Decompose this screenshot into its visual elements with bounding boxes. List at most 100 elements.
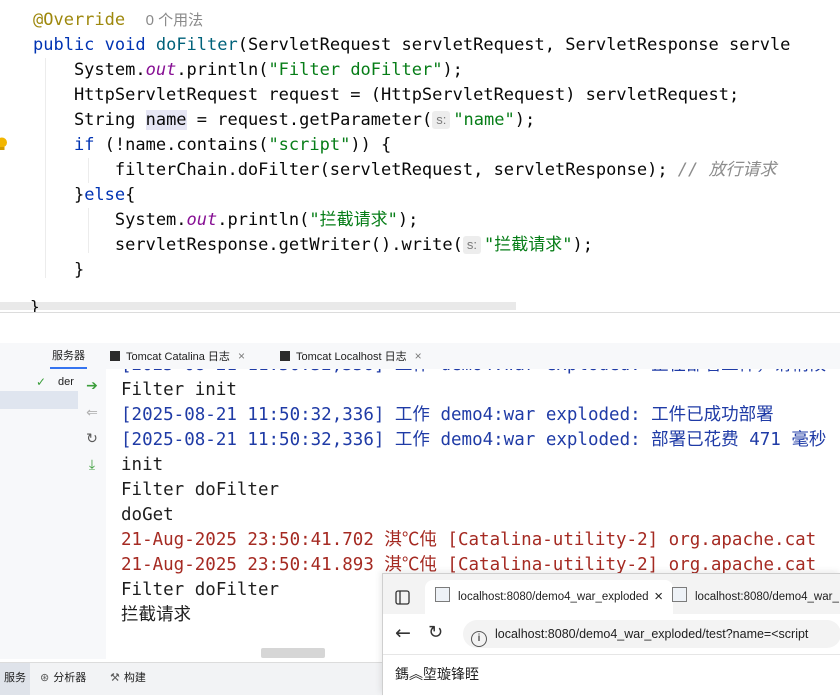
editor-horizontal-scrollbar[interactable]	[0, 302, 516, 310]
address-url: localhost:8080/demo4_war_exploded/test?n…	[495, 627, 809, 641]
tree-selection-highlight[interactable]	[0, 391, 78, 409]
tab-tomcat-catalina-log[interactable]: Tomcat Catalina 日志 ×	[110, 343, 245, 369]
browser-tab-title: localhost:8080/demo4_war_	[695, 591, 839, 603]
address-bar[interactable]: i localhost:8080/demo4_war_exploded/test?…	[463, 620, 840, 648]
profiler-label: 分析器	[53, 672, 87, 684]
code-token: );	[442, 60, 463, 80]
code-token: "script"	[268, 135, 351, 155]
code-token: );	[514, 110, 536, 130]
code-token: "name"	[453, 110, 515, 130]
code-line: System.out.println("拦截请求");	[33, 208, 418, 233]
code-token: name	[145, 110, 187, 130]
close-icon[interactable]: ×	[415, 349, 422, 363]
code-token: out	[186, 210, 218, 230]
code-editor[interactable]: @Override 0 个用法 public void doFilter(Serv…	[0, 0, 840, 312]
log-icon	[110, 351, 120, 361]
code-token: System.	[33, 210, 187, 230]
console-toolbar: ➔ ⇐ ↻ ⤓	[78, 369, 106, 659]
services-label: 服务	[4, 672, 26, 684]
console-line: Filter init	[121, 380, 237, 400]
browser-page-content: 鎷︽埅璇锋眰	[383, 654, 840, 696]
tree-item-label: der	[58, 376, 74, 388]
reload-icon[interactable]: ↻	[428, 622, 443, 644]
code-token: (ServletRequest servletRequest, ServletR…	[237, 35, 791, 55]
scroll-to-end-icon[interactable]: ⤓	[84, 457, 100, 473]
close-icon[interactable]: ×	[654, 580, 663, 614]
code-token: System.	[33, 60, 146, 80]
code-token: out	[145, 60, 177, 80]
code-token: void	[104, 35, 156, 55]
code-line-fragment: }	[30, 297, 40, 313]
tab-services-label: 服务器	[52, 350, 85, 362]
code-line: HttpServletRequest request = (HttpServle…	[33, 83, 739, 108]
code-token: @Override	[33, 10, 126, 30]
code-line: }	[33, 258, 84, 283]
code-token: String	[33, 110, 146, 130]
tab-localhost-label: Tomcat Localhost 日志	[296, 351, 407, 363]
code-token: doFilter	[155, 35, 238, 55]
code-token: );	[397, 210, 419, 230]
browser-toolbar: ← ↻ i localhost:8080/demo4_war_exploded/t…	[383, 614, 840, 654]
code-token: // 放行请求	[677, 160, 777, 180]
log-icon	[280, 351, 290, 361]
redeploy-icon[interactable]: ➔	[84, 378, 100, 394]
console-line: [2025-08-21 11:50:32,336] 工作 demo4:war e…	[121, 430, 827, 450]
parameter-hint: s:	[432, 111, 451, 129]
code-token: )) {	[350, 135, 392, 155]
console-horizontal-scrollbar[interactable]	[261, 648, 325, 658]
parameter-hint: s:	[462, 236, 481, 254]
tree-item-deployment[interactable]: ✓ der	[36, 373, 74, 391]
console-line: init	[121, 455, 164, 475]
code-token: "拦截请求"	[309, 210, 398, 230]
code-line: }else{	[33, 183, 135, 208]
code-token: = request.getParameter(	[186, 110, 433, 130]
close-icon[interactable]: ×	[238, 349, 245, 363]
code-token: );	[572, 235, 593, 255]
code-token: filterChain.doFilter(servletRequest, ser…	[33, 160, 678, 180]
tab-tomcat-localhost-log[interactable]: Tomcat Localhost 日志 ×	[280, 343, 422, 369]
code-token: {	[125, 185, 136, 205]
console-line: Filter doFilter	[121, 480, 280, 500]
back-arrow-icon[interactable]: ←	[395, 622, 411, 644]
tab-catalina-label: Tomcat Catalina 日志	[126, 351, 230, 363]
code-line: servletResponse.getWriter().write(s: "拦截请…	[33, 233, 593, 258]
browser-window: localhost:8080/demo4_war_exploded × loca…	[382, 573, 840, 696]
page-text: 鎷︽埅璇锋眰	[395, 667, 479, 683]
build-tool-button[interactable]: ⚒ 构建	[110, 663, 146, 695]
console-line: 21-Aug-2025 23:50:41.702 淇℃伅 [Catalina-u…	[121, 530, 817, 550]
code-token: servletResponse.getWriter().write(	[33, 235, 463, 255]
page-favicon-icon	[435, 587, 450, 602]
check-icon: ✓	[36, 375, 47, 389]
browser-tab-title: localhost:8080/demo4_war_exploded	[458, 591, 649, 603]
code-token: HttpServletRequest request = (HttpServle…	[33, 85, 740, 105]
code-token: if	[73, 135, 95, 155]
code-token: "Filter doFilter"	[268, 60, 443, 80]
code-line: String name = request.getParameter(s: "na…	[33, 108, 535, 133]
info-icon[interactable]: i	[471, 631, 487, 647]
services-tree-panel: ✓ der	[0, 369, 79, 659]
tab-services[interactable]: 服务器	[50, 343, 87, 369]
lightbulb-icon[interactable]	[0, 137, 8, 151]
code-token: }	[33, 185, 85, 205]
rerun-icon[interactable]: ⇐	[84, 405, 100, 421]
profiler-tool-button[interactable]: ⊛ 分析器	[40, 663, 86, 695]
console-line: Filter doFilter	[121, 580, 280, 600]
profiler-icon: ⊛	[40, 672, 50, 684]
code-line: public void doFilter(ServletRequest serv…	[33, 33, 790, 58]
services-tool-button[interactable]: 服务	[0, 663, 30, 695]
code-line: if (!name.contains("script")) {	[33, 133, 391, 158]
console-line: [2025-08-21 11:50:32,336] 工作 demo4:war e…	[121, 369, 826, 378]
page-favicon-icon	[672, 587, 687, 602]
browser-tab-inactive[interactable]: localhost:8080/demo4_war_	[668, 580, 840, 614]
code-token: else	[84, 185, 126, 205]
browser-tab-active[interactable]: localhost:8080/demo4_war_exploded ×	[425, 580, 673, 614]
tab-actions-icon[interactable]	[395, 590, 410, 605]
code-token: 0 个用法	[145, 12, 204, 29]
console-line: 拦截请求	[121, 605, 191, 625]
code-token: "拦截请求"	[484, 235, 573, 255]
code-token: .println(	[176, 60, 269, 80]
code-line: @Override 0 个用法	[33, 8, 203, 33]
build-label: 构建	[123, 672, 146, 684]
refresh-icon[interactable]: ↻	[84, 431, 100, 447]
